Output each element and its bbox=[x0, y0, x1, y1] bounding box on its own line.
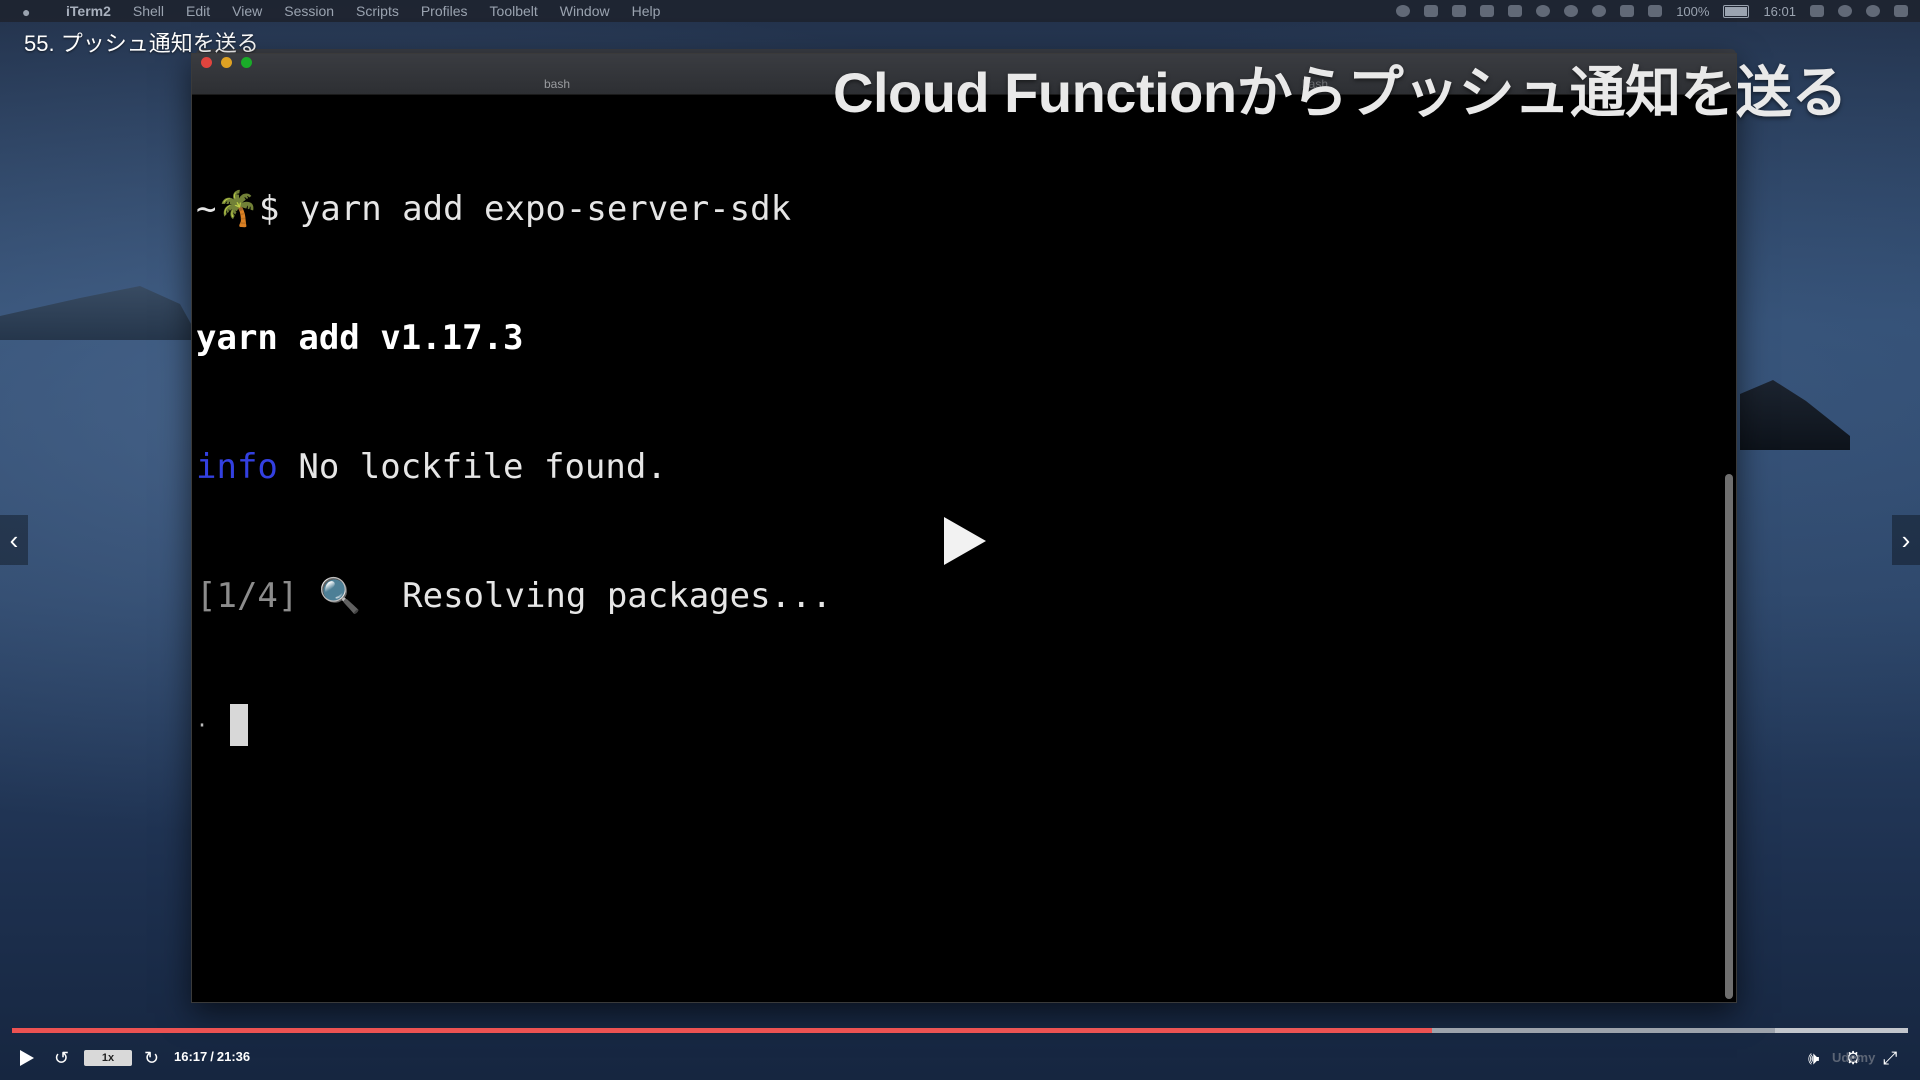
wallpaper-island-left bbox=[0, 286, 200, 340]
wallpaper-island-right bbox=[1740, 380, 1850, 450]
menu-shell[interactable]: Shell bbox=[133, 3, 164, 19]
udemy-watermark: Udemy bbox=[1832, 1050, 1876, 1065]
apple-menu-icon[interactable]: ● bbox=[22, 4, 40, 20]
macos-menubar: ● iTerm2 Shell Edit View Session Scripts… bbox=[0, 0, 1920, 22]
input-source-icon[interactable] bbox=[1810, 5, 1824, 17]
video-controls: ↺ 1x ↻ 16:17/21:36 🕪 ⚙ ⤢ bbox=[0, 1035, 1920, 1080]
play-icon[interactable] bbox=[20, 1050, 34, 1066]
menu-help[interactable]: Help bbox=[632, 3, 661, 19]
menu-session[interactable]: Session bbox=[284, 3, 334, 19]
next-lecture-chevron-right-icon[interactable]: › bbox=[1892, 515, 1920, 565]
terminal-line-step: [1/4] 🔍 Resolving packages... bbox=[196, 575, 1716, 618]
terminal-line-version: yarn add v1.17.3 bbox=[196, 318, 524, 358]
current-time: 16:17 bbox=[174, 1049, 208, 1064]
battery-icon[interactable] bbox=[1723, 4, 1750, 18]
rewind-icon[interactable]: ↺ bbox=[54, 1048, 69, 1069]
info-tag: info bbox=[196, 447, 278, 487]
magnifier-icon: 🔍 bbox=[318, 576, 362, 616]
terminal-cursor bbox=[230, 704, 249, 746]
forward-icon[interactable]: ↻ bbox=[144, 1048, 159, 1069]
terminal-line-progress: · bbox=[196, 704, 1716, 747]
battery-percent: 100% bbox=[1676, 3, 1710, 19]
step-counter: [1/4] bbox=[196, 576, 299, 616]
time-machine-icon[interactable] bbox=[1592, 5, 1607, 17]
docker-icon[interactable] bbox=[1508, 5, 1523, 17]
center-play-icon[interactable] bbox=[944, 517, 986, 565]
cloud-icon[interactable] bbox=[1480, 5, 1495, 17]
menubar-clock[interactable]: 16:01 bbox=[1763, 4, 1796, 19]
zoom-window-icon[interactable] bbox=[241, 57, 252, 68]
menu-toolbelt[interactable]: Toolbelt bbox=[490, 3, 538, 19]
command-text: yarn add expo-server-sdk bbox=[299, 189, 792, 229]
terminal-line-info: info No lockfile found. bbox=[196, 446, 1716, 489]
record-icon[interactable] bbox=[1396, 5, 1411, 17]
wifi-icon[interactable] bbox=[1620, 5, 1635, 17]
accessibility-icon[interactable] bbox=[1564, 5, 1579, 17]
spotlight-icon[interactable] bbox=[1838, 5, 1852, 17]
terminal-tab-title[interactable]: bash bbox=[192, 77, 922, 91]
menu-edit[interactable]: Edit bbox=[186, 3, 210, 19]
video-played-bar bbox=[12, 1028, 1432, 1033]
volume-icon[interactable]: 🕪 bbox=[1808, 1048, 1819, 1069]
menu-app-name[interactable]: iTerm2 bbox=[66, 3, 111, 19]
menubar-status-area: 100% 16:01 bbox=[1396, 0, 1908, 22]
notification-center-icon[interactable] bbox=[1894, 5, 1908, 17]
palm-tree-icon: 🌴 bbox=[216, 189, 259, 229]
playback-speed-button[interactable]: 1x bbox=[84, 1050, 132, 1066]
video-overlay-heading: Cloud Functionからプッシュ通知を送る bbox=[833, 61, 1848, 124]
sync-icon[interactable] bbox=[1536, 5, 1551, 17]
step-text: Resolving packages... bbox=[361, 576, 832, 616]
dash-icon[interactable] bbox=[1452, 5, 1467, 17]
spinner-dot: · bbox=[196, 713, 209, 737]
time-separator: / bbox=[210, 1049, 214, 1064]
video-time: 16:17/21:36 bbox=[174, 1049, 250, 1064]
prompt-symbol: $ bbox=[258, 189, 300, 229]
menu-view[interactable]: View bbox=[232, 3, 262, 19]
total-time: 21:36 bbox=[216, 1049, 251, 1064]
speaker-icon[interactable] bbox=[1648, 5, 1663, 17]
terminal-scrollbar[interactable] bbox=[1725, 474, 1733, 999]
menu-window[interactable]: Window bbox=[560, 3, 610, 19]
fullscreen-exit-icon[interactable]: ⤢ bbox=[1883, 1048, 1897, 1069]
minimize-window-icon[interactable] bbox=[221, 57, 232, 68]
share-icon[interactable] bbox=[1424, 5, 1439, 17]
user-icon[interactable] bbox=[1866, 5, 1880, 17]
close-window-icon[interactable] bbox=[201, 57, 212, 68]
prompt-prefix: ~ bbox=[196, 189, 217, 229]
menu-profiles[interactable]: Profiles bbox=[421, 3, 468, 19]
video-progress-bar[interactable] bbox=[12, 1028, 1908, 1033]
menu-scripts[interactable]: Scripts bbox=[356, 3, 399, 19]
previous-lecture-chevron-left-icon[interactable]: ‹ bbox=[0, 515, 28, 565]
terminal-line-command: ~🌴$ yarn add expo-server-sdk bbox=[196, 188, 1716, 231]
info-text: No lockfile found. bbox=[277, 447, 667, 487]
